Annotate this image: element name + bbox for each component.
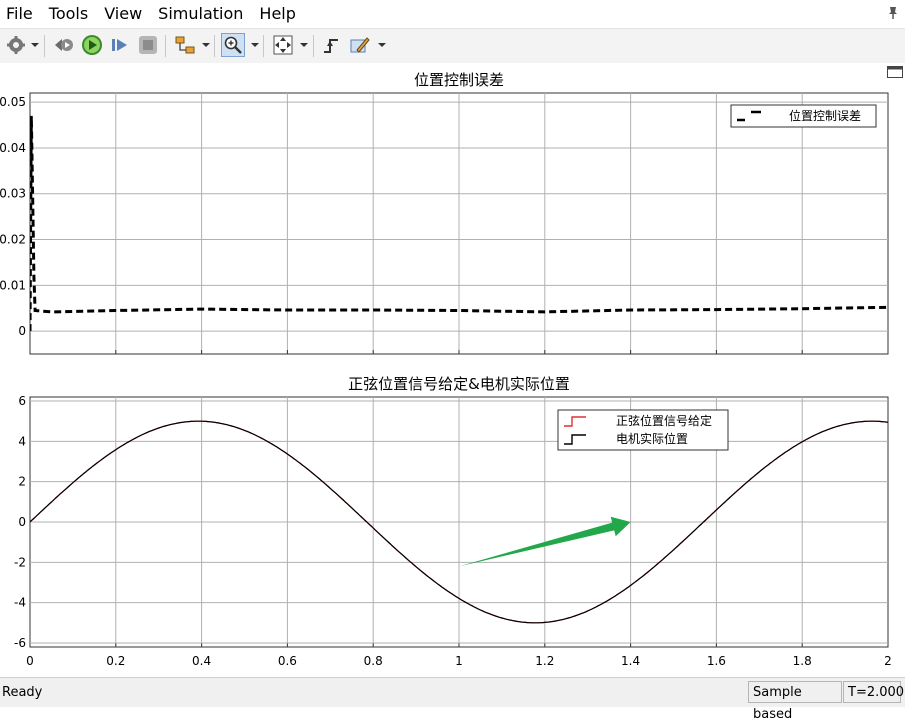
chart-title: 位置控制误差 — [414, 71, 504, 89]
y-tick-label: 0.03 — [0, 187, 26, 201]
legend-label: 正弦位置信号给定 — [616, 413, 712, 428]
x-tick-label: 1.4 — [621, 654, 640, 668]
status-ready: Ready — [2, 685, 43, 700]
menu-tools[interactable]: Tools — [41, 0, 96, 28]
style-dropdown-icon[interactable] — [378, 43, 386, 47]
x-tick-label: 0.2 — [106, 654, 125, 668]
toolbar — [0, 28, 905, 64]
y-tick-label: 0.01 — [0, 278, 26, 292]
status-time: T=2.000 — [843, 681, 904, 703]
y-tick-label: 0.05 — [0, 95, 26, 109]
x-tick-label: 1.2 — [535, 654, 554, 668]
status-sample-mode: Sample based — [748, 681, 842, 722]
x-tick-label: 2 — [884, 654, 892, 668]
scope-plots[interactable]: 00.010.020.030.040.05位置控制误差位置控制误差-6-4-20… — [0, 63, 905, 676]
step-forward-icon[interactable] — [108, 33, 132, 57]
y-tick-label: 4 — [18, 434, 26, 448]
fit-dropdown-icon[interactable] — [300, 43, 308, 47]
toolbar-separator — [263, 35, 264, 57]
y-tick-label: 0 — [18, 515, 26, 529]
chart-1: 00.010.020.030.040.05位置控制误差位置控制误差 — [0, 71, 889, 355]
x-tick-label: 0.4 — [192, 654, 211, 668]
y-tick-label: 0.02 — [0, 233, 26, 247]
legend-label: 电机实际位置 — [616, 431, 688, 446]
x-tick-label: 1 — [455, 654, 463, 668]
step-back-icon[interactable] — [52, 33, 76, 57]
chart-2: -6 -4 -2 0 2 4 6 0 0.2 0.4 0.6 0.8 1 1.2 1.4 1.6 1.8 2 正弦位… — [14, 375, 892, 668]
gear-icon[interactable] — [4, 33, 28, 57]
style-icon[interactable] — [348, 33, 372, 57]
fit-to-view-icon[interactable] — [271, 33, 295, 57]
x-tick-label: 0 — [26, 654, 34, 668]
y-tick-label: 0.04 — [0, 141, 26, 155]
y-tick-label: -2 — [14, 555, 26, 569]
toolbar-separator — [214, 35, 215, 57]
zoom-icon[interactable] — [221, 33, 245, 57]
y-tick-label: -4 — [14, 596, 26, 610]
toolbar-separator — [165, 35, 166, 57]
zoom-dropdown-icon[interactable] — [251, 43, 259, 47]
legend-label: 位置控制误差 — [789, 108, 861, 123]
y-tick-label: 6 — [18, 394, 26, 408]
toolbar-separator — [44, 35, 45, 57]
legend: 正弦位置信号给定电机实际位置 — [557, 409, 729, 451]
trigger-icon[interactable] — [320, 33, 344, 57]
menubar: File Tools View Simulation Help — [0, 0, 905, 28]
chart-title: 正弦位置信号给定&电机实际位置 — [348, 375, 570, 393]
y-tick-label: 0 — [18, 324, 26, 338]
y-tick-label: 2 — [18, 475, 26, 489]
menu-simulation[interactable]: Simulation — [150, 0, 251, 28]
x-tick-label: 0.6 — [278, 654, 297, 668]
highlight-dropdown-icon[interactable] — [202, 43, 210, 47]
gear-dropdown-icon[interactable] — [31, 43, 39, 47]
highlight-signal-icon[interactable] — [173, 33, 197, 57]
x-tick-label: 1.6 — [707, 654, 726, 668]
run-icon[interactable] — [80, 33, 104, 57]
pin-icon[interactable] — [887, 6, 899, 20]
toolbar-separator — [313, 35, 314, 57]
x-tick-label: 1.8 — [793, 654, 812, 668]
x-tick-label: 0.8 — [364, 654, 383, 668]
menu-file[interactable]: File — [0, 0, 41, 28]
statusbar: Ready Sample based T=2.000 — [0, 677, 905, 722]
stop-icon[interactable] — [136, 33, 160, 57]
menu-view[interactable]: View — [96, 0, 150, 28]
menu-help[interactable]: Help — [251, 0, 303, 28]
legend: 位置控制误差 — [730, 104, 877, 128]
y-tick-label: -6 — [14, 636, 26, 650]
